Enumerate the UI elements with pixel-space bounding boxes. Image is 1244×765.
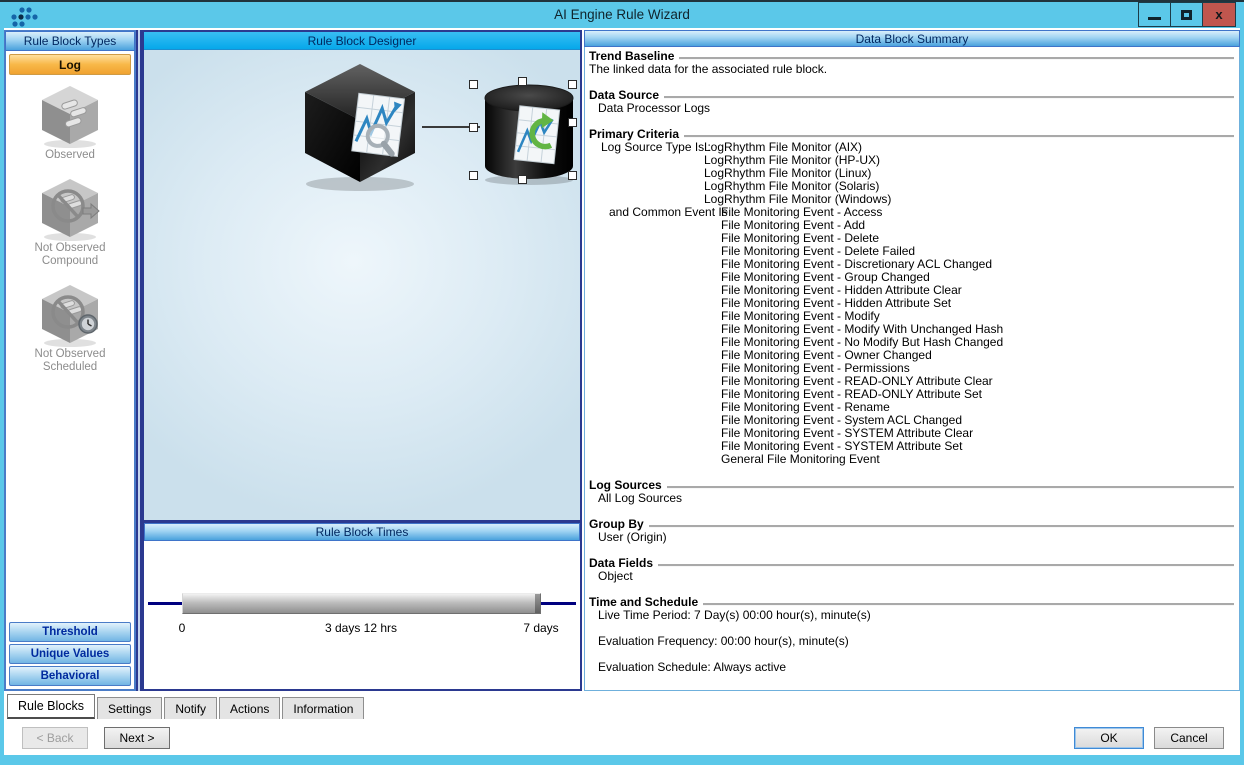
maximize-button[interactable] bbox=[1171, 3, 1203, 26]
rule-block-type-not-observed-compound[interactable]: Not Observed Compound bbox=[6, 176, 134, 268]
category-button-behavioral[interactable]: Behavioral bbox=[9, 666, 131, 686]
close-button[interactable]: x bbox=[1203, 3, 1235, 26]
section-group-by: Group By User (Origin) bbox=[589, 518, 1234, 544]
rule-block-type-not-observed-scheduled[interactable]: Not Observed Scheduled bbox=[6, 282, 134, 374]
evaluation-frequency: Evaluation Frequency: 00:00 hour(s), min… bbox=[598, 635, 1234, 648]
section-time-and-schedule: Time and Schedule Live Time Period: 7 Da… bbox=[589, 596, 1234, 674]
selection-handle-mid-right[interactable] bbox=[568, 118, 577, 127]
heading-rule bbox=[664, 96, 1234, 98]
window-controls: x bbox=[1138, 2, 1236, 27]
data-block-summary-panel: Data Block Summary Trend Baseline The li… bbox=[584, 30, 1240, 691]
section-trend-baseline: Trend Baseline The linked data for the a… bbox=[589, 50, 1234, 76]
rule-block-type-label: Observed bbox=[45, 149, 95, 162]
heading-rule bbox=[703, 603, 1234, 605]
rule-block-type-observed[interactable]: Observed bbox=[6, 83, 134, 162]
minimize-icon bbox=[1148, 17, 1161, 20]
wizard-tab-strip: Rule Blocks Settings Notify Actions Info… bbox=[7, 694, 366, 719]
selection-handle-bottom-left[interactable] bbox=[469, 171, 478, 180]
rule-block-category-buttons: Threshold Unique Values Behavioral bbox=[7, 620, 133, 688]
criteria-values: File Monitoring Event - Access File Moni… bbox=[721, 206, 1003, 466]
section-data-source: Data Source Data Processor Logs bbox=[589, 89, 1234, 115]
section-text: Object bbox=[598, 570, 1234, 583]
time-tick-start: 0 bbox=[179, 621, 186, 635]
tab-actions[interactable]: Actions bbox=[219, 697, 280, 719]
rule-block-designer-canvas[interactable] bbox=[144, 50, 580, 520]
rule-block-designer-header: Rule Block Designer bbox=[144, 32, 580, 50]
minimize-button[interactable] bbox=[1139, 3, 1171, 26]
tab-information[interactable]: Information bbox=[282, 697, 364, 719]
data-block-summary-body: Trend Baseline The linked data for the a… bbox=[585, 47, 1239, 674]
title-bar[interactable]: AI Engine Rule Wizard x bbox=[0, 2, 1244, 28]
category-button-threshold[interactable]: Threshold bbox=[9, 622, 131, 642]
section-primary-criteria: Primary Criteria Log Source Type Is : Lo… bbox=[589, 128, 1234, 466]
selection-handle-top-right[interactable] bbox=[568, 80, 577, 89]
category-button-unique-values[interactable]: Unique Values bbox=[9, 644, 131, 664]
data-block-summary-header: Data Block Summary bbox=[584, 30, 1240, 47]
rule-block-types-header: Rule Block Types bbox=[5, 31, 135, 51]
not-observed-scheduled-cube-icon bbox=[39, 282, 101, 348]
rule-block-times-header: Rule Block Times bbox=[144, 523, 580, 541]
heading-rule bbox=[667, 486, 1234, 488]
criteria-label: and Common Event Is : bbox=[609, 206, 721, 219]
section-data-fields: Data Fields Object bbox=[589, 557, 1234, 583]
time-range-slider[interactable] bbox=[182, 593, 541, 614]
designer-column: Rule Block Designer bbox=[142, 30, 582, 691]
section-text: All Log Sources bbox=[598, 492, 1234, 505]
heading-rule bbox=[679, 57, 1234, 59]
section-text: User (Origin) bbox=[598, 531, 1234, 544]
common-event-criteria: and Common Event Is : File Monitoring Ev… bbox=[609, 206, 1234, 466]
rule-block-types-panel: Rule Block Types Log Observed bbox=[4, 30, 136, 691]
observed-cube-icon bbox=[39, 83, 101, 149]
selection-handle-mid-left[interactable] bbox=[469, 123, 478, 132]
time-tick-middle: 3 days 12 hrs bbox=[325, 621, 397, 635]
tab-notify[interactable]: Notify bbox=[164, 697, 217, 719]
back-button[interactable]: < Back bbox=[22, 727, 88, 749]
section-text: Data Processor Logs bbox=[598, 102, 1234, 115]
maximize-icon bbox=[1181, 10, 1192, 20]
tab-rule-blocks[interactable]: Rule Blocks bbox=[7, 694, 95, 719]
live-time-period: Live Time Period: 7 Day(s) 00:00 hour(s)… bbox=[598, 609, 1234, 622]
window-title: AI Engine Rule Wizard bbox=[0, 7, 1244, 22]
tab-settings[interactable]: Settings bbox=[97, 697, 162, 719]
common-event-value: General File Monitoring Event bbox=[721, 453, 1003, 466]
criteria-values: LogRhythm File Monitor (AIX) LogRhythm F… bbox=[704, 141, 891, 206]
heading-rule bbox=[649, 525, 1234, 527]
selection-handle-top-center[interactable] bbox=[518, 77, 527, 86]
rule-block-type-label-line2: Compound bbox=[42, 255, 98, 268]
selection-handle-bottom-right[interactable] bbox=[568, 171, 577, 180]
time-tick-end: 7 days bbox=[523, 621, 558, 635]
rule-block-type-label: Not Observed bbox=[35, 242, 106, 255]
selection-handle-top-left[interactable] bbox=[469, 80, 478, 89]
log-observed-block-cube-icon[interactable] bbox=[299, 62, 421, 192]
not-observed-compound-cube-icon bbox=[39, 176, 101, 242]
ai-engine-rule-wizard-window: AI Engine Rule Wizard x Rule Block Types… bbox=[0, 0, 1244, 765]
next-button[interactable]: Next > bbox=[104, 727, 170, 749]
cancel-button[interactable]: Cancel bbox=[1154, 727, 1224, 749]
rule-block-type-label: Not Observed bbox=[35, 348, 106, 361]
trend-baseline-data-cylinder-icon[interactable] bbox=[482, 82, 576, 186]
criteria-label: Log Source Type Is : bbox=[601, 141, 704, 154]
ok-button[interactable]: OK bbox=[1074, 727, 1144, 749]
heading-rule bbox=[658, 564, 1234, 566]
heading-rule bbox=[684, 135, 1234, 137]
evaluation-schedule: Evaluation Schedule: Always active bbox=[598, 661, 1234, 674]
selection-handle-bottom-center[interactable] bbox=[518, 175, 527, 184]
rule-block-type-label-line2: Scheduled bbox=[43, 361, 97, 374]
section-log-sources: Log Sources All Log Sources bbox=[589, 479, 1234, 505]
section-text: The linked data for the associated rule … bbox=[589, 63, 1234, 76]
rule-block-times-panel: 0 3 days 12 hrs 7 days bbox=[144, 541, 580, 689]
log-category-button[interactable]: Log bbox=[9, 54, 131, 75]
wizard-body: Rule Block Types Log Observed bbox=[4, 28, 1240, 755]
log-source-type-criteria: Log Source Type Is : LogRhythm File Moni… bbox=[601, 141, 1234, 206]
